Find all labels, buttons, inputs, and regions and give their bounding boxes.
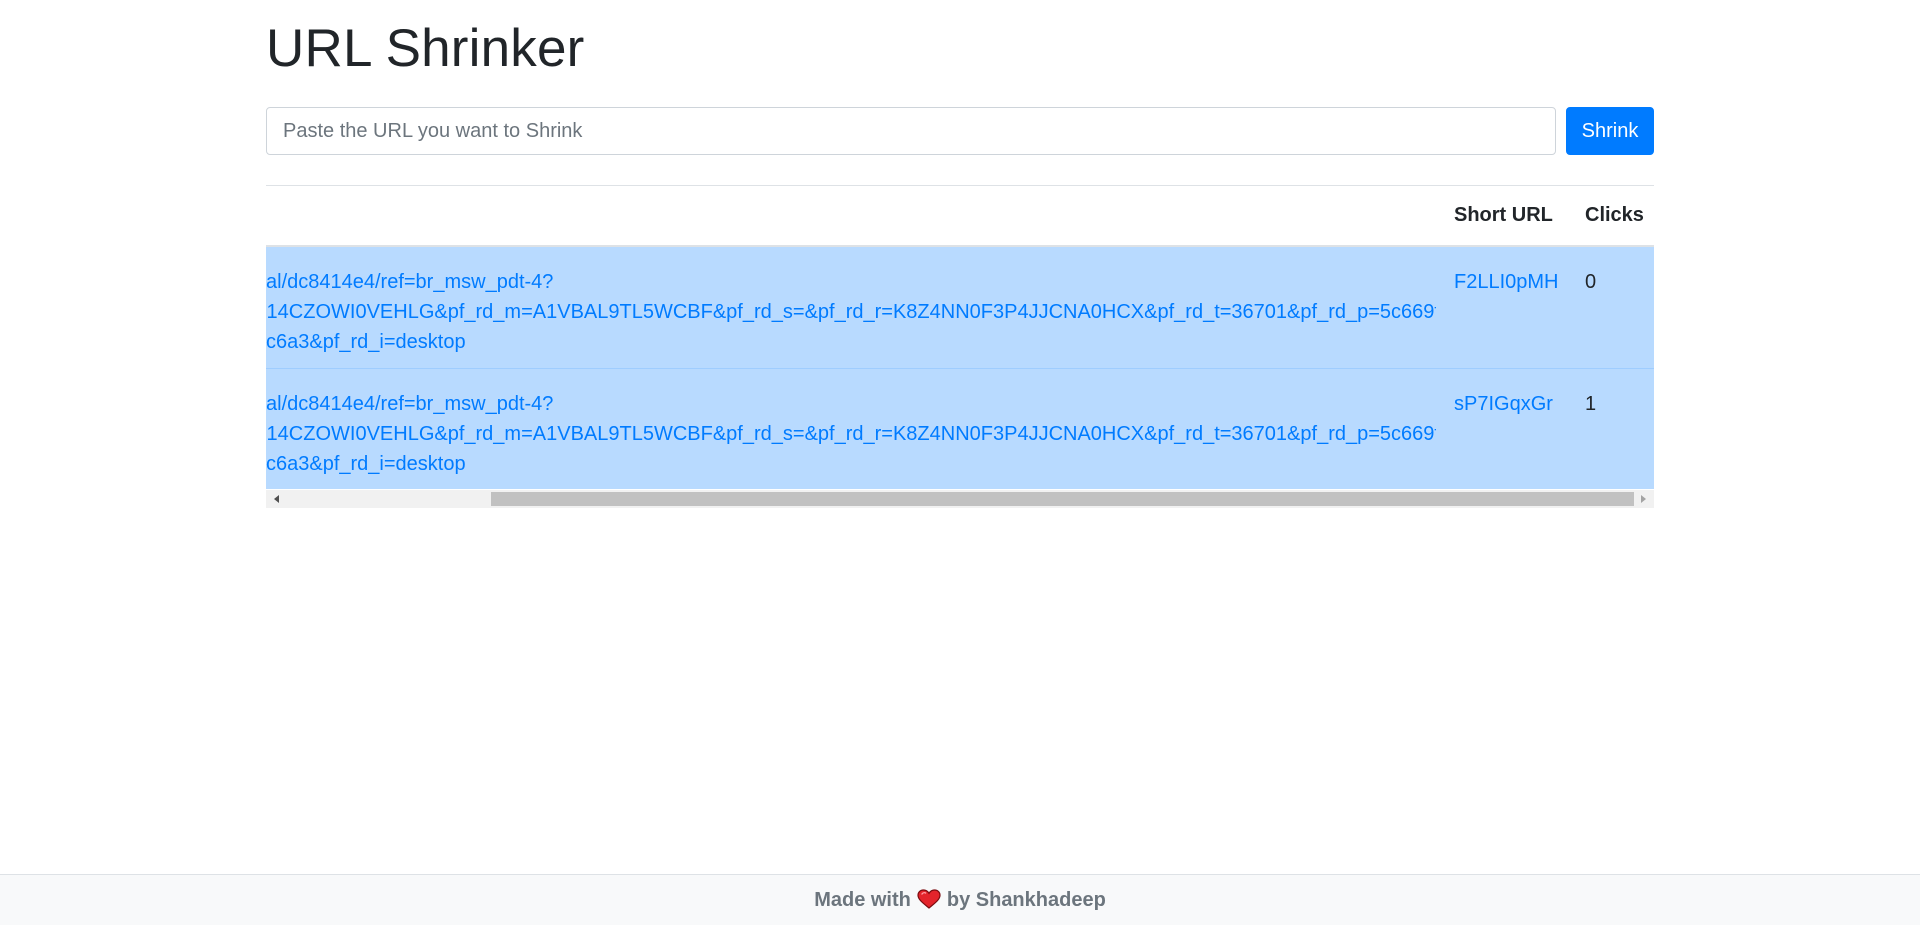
footer: Made with by Shankhadeep <box>0 874 1920 925</box>
urls-table: Short URL Clicks al/dc8414e4/ref=br_msw_… <box>266 186 1654 508</box>
full-url-cell: al/dc8414e4/ref=br_msw_pdt-4? .14CZOWI0V… <box>266 267 1436 362</box>
full-url-link[interactable]: c6a3&pf_rd_i=desktop <box>266 449 466 479</box>
table-header: Short URL Clicks <box>266 186 1654 247</box>
url-input[interactable] <box>266 107 1556 155</box>
full-url-link[interactable]: al/dc8414e4/ref=br_msw_pdt-4? <box>266 389 553 419</box>
column-header-clicks: Clicks <box>1585 204 1644 226</box>
scrollbar-thumb[interactable] <box>491 492 1634 506</box>
click-count: 1 <box>1585 393 1597 415</box>
footer-text-after: by Shankhadeep <box>946 889 1106 911</box>
table-row: al/dc8414e4/ref=br_msw_pdt-4? .14CZOWI0V… <box>266 247 1654 368</box>
scroll-right-arrow-icon[interactable] <box>1641 495 1646 503</box>
full-url-link[interactable]: .14CZOWI0VEHLG&pf_rd_m=A1VBAL9TL5WCBF&pf… <box>266 297 1436 327</box>
shrink-form: Shrink <box>266 107 1654 155</box>
short-url-link[interactable]: F2LLI0pMH <box>1454 267 1559 297</box>
table-row: al/dc8414e4/ref=br_msw_pdt-4? .14CZOWI0V… <box>266 368 1654 489</box>
heart-icon <box>917 889 941 915</box>
full-url-link[interactable]: al/dc8414e4/ref=br_msw_pdt-4? <box>266 267 553 297</box>
horizontal-scrollbar[interactable] <box>266 490 1654 508</box>
footer-text-before: Made with <box>814 889 911 911</box>
short-url-link[interactable]: sP7IGqxGr <box>1454 389 1553 419</box>
footer-text: Made with by Shankhadeep <box>0 889 1920 915</box>
shrink-button[interactable]: Shrink <box>1566 107 1654 155</box>
full-url-cell: al/dc8414e4/ref=br_msw_pdt-4? .14CZOWI0V… <box>266 389 1436 484</box>
scroll-left-arrow-icon[interactable] <box>274 495 279 503</box>
full-url-link[interactable]: c6a3&pf_rd_i=desktop <box>266 327 466 357</box>
full-url-link[interactable]: .14CZOWI0VEHLG&pf_rd_m=A1VBAL9TL5WCBF&pf… <box>266 419 1436 449</box>
click-count: 0 <box>1585 271 1597 293</box>
page-title: URL Shrinker <box>266 19 585 78</box>
column-header-short-url: Short URL <box>1454 204 1553 226</box>
